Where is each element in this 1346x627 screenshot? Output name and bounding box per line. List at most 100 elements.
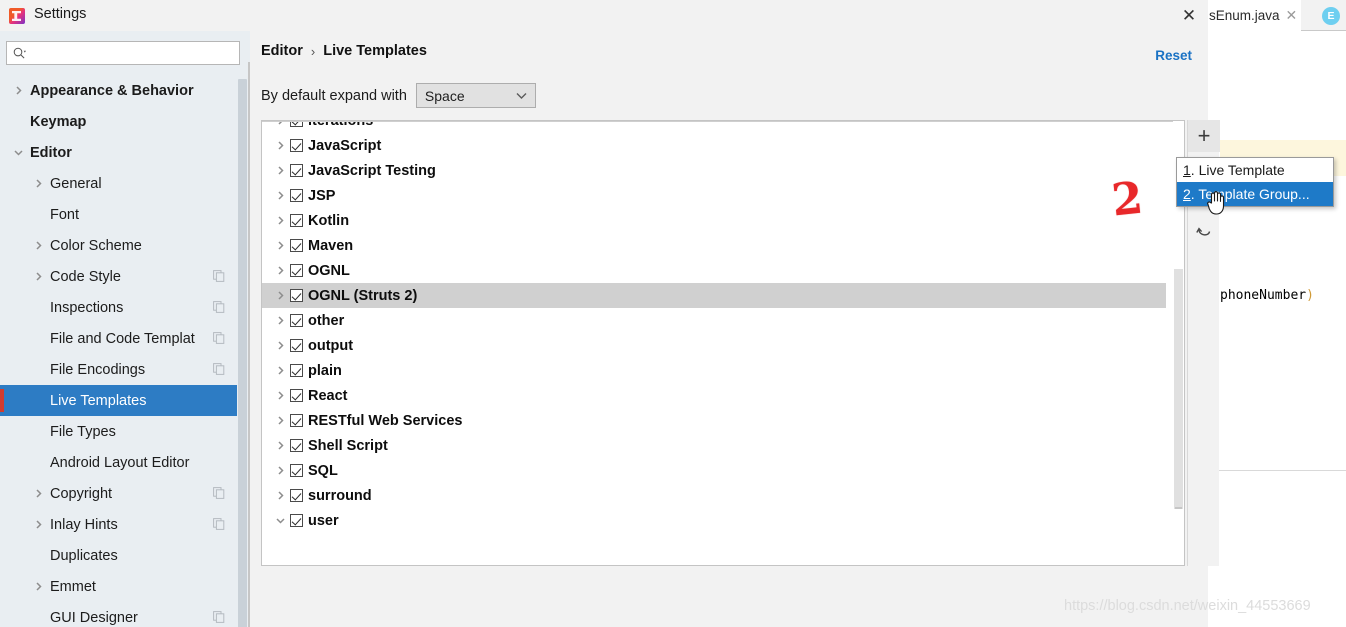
template-group-row[interactable]: plain	[262, 358, 1166, 383]
group-checkbox[interactable]	[290, 489, 303, 502]
sidebar-item-code-style[interactable]: Code Style	[0, 261, 237, 292]
sidebar-item-emmet[interactable]: Emmet	[0, 571, 237, 602]
sidebar-item-duplicates[interactable]: Duplicates	[0, 540, 237, 571]
chevron-right-icon[interactable]	[270, 490, 290, 501]
sidebar-item-copyright[interactable]: Copyright	[0, 478, 237, 509]
chevron-down-icon[interactable]	[13, 147, 24, 158]
template-group-row[interactable]: RESTful Web Services	[262, 408, 1166, 433]
chevron-right-icon[interactable]	[33, 240, 44, 251]
menu-item-template-group[interactable]: 2. Template Group...	[1177, 182, 1333, 206]
template-group-row[interactable]: surround	[262, 483, 1166, 508]
chevron-right-icon[interactable]	[270, 215, 290, 226]
template-group-row[interactable]: JavaScript	[262, 133, 1166, 158]
chevron-right-icon[interactable]	[270, 290, 290, 301]
search-input[interactable]	[31, 44, 231, 63]
chevron-right-icon[interactable]	[270, 415, 290, 426]
sidebar-item-inspections[interactable]: Inspections	[0, 292, 237, 323]
chevron-right-icon[interactable]	[270, 265, 290, 276]
menu-item-label: . Live Template	[1190, 162, 1285, 178]
template-group-row[interactable]: other	[262, 308, 1166, 333]
chevron-right-icon[interactable]	[33, 178, 44, 189]
menu-item-live-template[interactable]: 1. Live Template	[1177, 158, 1333, 182]
sidebar-item-android-layout-editor[interactable]: Android Layout Editor	[0, 447, 237, 478]
template-group-row[interactable]: output	[262, 333, 1166, 358]
sidebar-item-label: File and Code Templat	[50, 330, 195, 347]
chevron-right-icon[interactable]	[270, 240, 290, 251]
sidebar-item-label: Inspections	[50, 299, 124, 316]
editor-tab[interactable]: sEnum.java ✕	[1206, 0, 1302, 31]
group-checkbox[interactable]	[290, 364, 303, 377]
chevron-right-icon[interactable]	[270, 340, 290, 351]
template-group-row[interactable]: OGNL (Struts 2)	[262, 283, 1166, 308]
sidebar-item-editor[interactable]: Editor	[0, 137, 237, 168]
group-checkbox[interactable]	[290, 314, 303, 327]
close-icon[interactable]: ✕	[1286, 8, 1298, 22]
chevron-right-icon[interactable]	[270, 465, 290, 476]
copy-icon	[213, 332, 225, 344]
group-checkbox[interactable]	[290, 464, 303, 477]
sidebar-item-inlay-hints[interactable]: Inlay Hints	[0, 509, 237, 540]
revert-button[interactable]	[1188, 216, 1220, 248]
group-checkbox[interactable]	[290, 139, 303, 152]
sidebar-item-file-and-code-templat[interactable]: File and Code Templat	[0, 323, 237, 354]
chevron-right-icon[interactable]	[270, 190, 290, 201]
list-scrollbar-thumb[interactable]	[1174, 269, 1183, 509]
template-group-row[interactable]: JSP	[262, 183, 1166, 208]
chevron-right-icon[interactable]	[13, 85, 24, 96]
copy-icon	[213, 363, 225, 375]
sidebar-scrollbar-thumb[interactable]	[238, 79, 247, 627]
template-group-row[interactable]: SQL	[262, 458, 1166, 483]
group-checkbox[interactable]	[290, 264, 303, 277]
group-checkbox[interactable]	[290, 189, 303, 202]
chevron-down-icon[interactable]	[270, 515, 290, 526]
editor-code-line: phoneNumber)	[1220, 288, 1346, 303]
template-group-row[interactable]: user	[262, 508, 1166, 533]
sidebar-item-general[interactable]: General	[0, 168, 237, 199]
group-checkbox[interactable]	[290, 239, 303, 252]
group-checkbox[interactable]	[290, 414, 303, 427]
avatar[interactable]: E	[1322, 7, 1340, 25]
sidebar-item-label: GUI Designer	[50, 609, 138, 626]
chevron-right-icon[interactable]	[33, 488, 44, 499]
sidebar-item-live-templates[interactable]: Live Templates	[0, 385, 237, 416]
chevron-right-icon[interactable]	[270, 140, 290, 151]
chevron-right-icon[interactable]	[270, 440, 290, 451]
chevron-right-icon[interactable]	[33, 519, 44, 530]
sidebar-item-keymap[interactable]: Keymap	[0, 106, 237, 137]
group-checkbox[interactable]	[290, 289, 303, 302]
chevron-right-icon[interactable]	[270, 165, 290, 176]
template-group-row[interactable]: React	[262, 383, 1166, 408]
editor-area[interactable]	[1206, 31, 1346, 627]
dialog-title: Settings	[34, 6, 87, 22]
group-checkbox[interactable]	[290, 514, 303, 527]
chevron-right-icon[interactable]	[270, 365, 290, 376]
sidebar-item-gui-designer[interactable]: GUI Designer	[0, 602, 237, 627]
sidebar-item-color-scheme[interactable]: Color Scheme	[0, 230, 237, 261]
breadcrumb-parent[interactable]: Editor	[261, 43, 303, 59]
template-group-row[interactable]: OGNL	[262, 258, 1166, 283]
reset-button[interactable]: Reset	[1155, 48, 1192, 63]
group-checkbox[interactable]	[290, 439, 303, 452]
group-checkbox[interactable]	[290, 339, 303, 352]
sidebar-item-file-encodings[interactable]: File Encodings	[0, 354, 237, 385]
template-group-row[interactable]: Shell Script	[262, 433, 1166, 458]
group-checkbox[interactable]	[290, 389, 303, 402]
template-group-row[interactable]: Maven	[262, 233, 1166, 258]
template-group-row[interactable]: JavaScript Testing	[262, 158, 1166, 183]
chevron-right-icon[interactable]	[270, 315, 290, 326]
sidebar-item-label: Keymap	[30, 113, 87, 130]
search-box[interactable]	[6, 41, 240, 65]
sidebar-item-appearance-behavior[interactable]: Appearance & Behavior	[0, 75, 237, 106]
chevron-right-icon[interactable]	[270, 390, 290, 401]
group-checkbox[interactable]	[290, 214, 303, 227]
close-icon[interactable]: ✕	[1172, 5, 1206, 27]
add-menu-popup: 1. Live Template 2. Template Group...	[1176, 157, 1334, 207]
chevron-right-icon[interactable]	[33, 271, 44, 282]
sidebar-item-font[interactable]: Font	[0, 199, 237, 230]
chevron-right-icon[interactable]	[33, 581, 44, 592]
expand-with-select[interactable]: Space	[415, 83, 536, 108]
sidebar-item-file-types[interactable]: File Types	[0, 416, 237, 447]
template-group-row[interactable]: Kotlin	[262, 208, 1166, 233]
group-checkbox[interactable]	[290, 164, 303, 177]
add-button[interactable]: +	[1188, 120, 1220, 152]
